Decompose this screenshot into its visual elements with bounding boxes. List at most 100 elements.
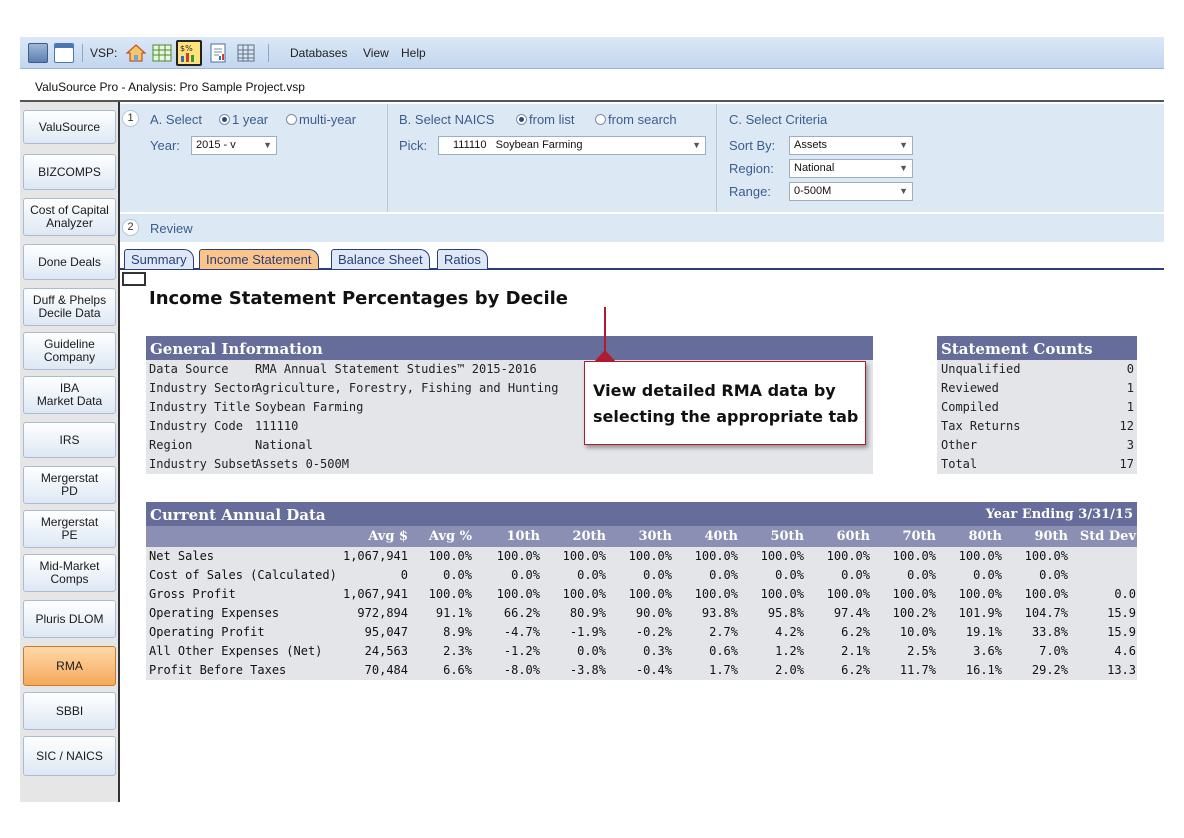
count-row: Reviewed 1 [937, 379, 1137, 398]
table-cell: 13.3 [1107, 663, 1136, 677]
annual-data-header: Current Annual Data Year Ending 3/31/15 [146, 502, 1137, 526]
table-cell: 1.7% [709, 663, 738, 677]
section-c-label: C. Select Criteria [729, 112, 828, 127]
row-label: Gross Profit [149, 587, 236, 601]
sidebar-item-valusource[interactable]: ValuSource [23, 110, 116, 144]
table-cell: 11.7% [899, 663, 936, 677]
sidebar-item-pluris-dlom[interactable]: Pluris DLOM [23, 600, 116, 638]
annual-data-title: Current Annual Data [150, 506, 326, 524]
sidebar-item-mergerstat-pd[interactable]: Mergerstat PD [23, 466, 116, 504]
table-cell: 0.0% [709, 568, 738, 582]
menu-databases[interactable]: Databases [290, 46, 347, 60]
count-key: Other [941, 438, 978, 452]
table-cell: -0.4% [635, 663, 672, 677]
radio-1-year[interactable]: 1 year [219, 112, 268, 127]
table-cell: 0 [400, 568, 408, 582]
table-cell: 100.0% [892, 587, 936, 601]
sidebar-item-sic-naics[interactable]: SIC / NAICS [23, 736, 116, 776]
radio-multi-year[interactable]: multi-year [286, 112, 356, 127]
table-cell: -1.2% [503, 644, 540, 658]
radio-from-search[interactable]: from search [595, 112, 677, 127]
tab-summary[interactable]: Summary [124, 249, 194, 269]
calculator-icon[interactable] [236, 43, 256, 63]
radio-label: from list [529, 112, 575, 127]
table-cell: 90.0% [635, 606, 672, 620]
table-cell: 0.0% [775, 568, 804, 582]
menu-view[interactable]: View [363, 46, 389, 60]
sort-by-select[interactable]: Assets ▼ [789, 136, 913, 155]
count-key: Total [941, 457, 978, 471]
column-header: Avg $ [368, 529, 408, 544]
table-cell: 0.0% [511, 568, 540, 582]
column-header: 80th [968, 529, 1002, 544]
row-label: Net Sales [149, 549, 215, 563]
home-icon[interactable] [125, 43, 147, 63]
table-cell: 0.3% [643, 644, 672, 658]
valuation-chart-icon[interactable]: $% [176, 40, 202, 66]
table-cell: 2.7% [709, 625, 738, 639]
sidebar-item-mergerstat-pe[interactable]: Mergerstat PE [23, 510, 116, 548]
table-cell: 100.0% [958, 587, 1002, 601]
table-cell: -4.7% [503, 625, 540, 639]
radio-label: 1 year [232, 112, 269, 127]
review-panel[interactable] [120, 214, 1164, 242]
spreadsheet-icon[interactable] [152, 43, 172, 63]
table-cell: 0.0% [443, 568, 472, 582]
table-cell: 0.0% [973, 568, 1002, 582]
sidebar-item-mid-market[interactable]: Mid-Market Comps [23, 554, 116, 592]
range-value: 0-500M [794, 185, 832, 197]
report-icon[interactable] [208, 43, 228, 63]
radio-unselected-icon [286, 114, 297, 125]
info-value: National [255, 438, 313, 452]
review-label[interactable]: Review [150, 221, 193, 236]
region-value: National [794, 162, 835, 174]
sidebar-item-iba[interactable]: IBA Market Data [23, 376, 116, 414]
year-select[interactable]: 2015 - v ▼ [191, 136, 277, 155]
callout-box: View detailed RMA data by selecting the … [584, 361, 866, 445]
tab-ratios[interactable]: Ratios [437, 249, 488, 269]
count-value: 12 [1119, 419, 1134, 433]
chevron-down-icon: ▼ [899, 140, 908, 150]
table-cell: 24,563 [364, 644, 408, 658]
table-cell: 6.2% [841, 663, 870, 677]
save-icon[interactable] [28, 43, 48, 63]
column-header: 20th [572, 529, 606, 544]
table-cell: 100.0% [428, 549, 472, 563]
count-row: Compiled 1 [937, 398, 1137, 417]
table-cell: 4.6 [1114, 644, 1136, 658]
table-cell: 0.0% [577, 568, 606, 582]
annual-column-headers: Avg $ Avg % 10th 20th 30th 40th 50th 60th 70th 80… [146, 526, 1137, 547]
table-cell: 91.1% [435, 606, 472, 620]
step-number: 2 [122, 219, 139, 236]
sidebar-item-cost-of-capital[interactable]: Cost of Capital Analyzer [23, 198, 116, 236]
year-label: Year: [150, 138, 180, 153]
table-cell: 0.0% [643, 568, 672, 582]
table-cell: 4.2% [775, 625, 804, 639]
column-header: 30th [638, 529, 672, 544]
menu-help[interactable]: Help [401, 46, 426, 60]
row-label: Operating Expenses [149, 606, 280, 620]
range-select[interactable]: 0-500M ▼ [789, 182, 913, 201]
sidebar-item-sbbi[interactable]: SBBI [23, 692, 116, 730]
info-row: Industry Subset Assets 0-500M [146, 455, 873, 474]
column-header: 60th [836, 529, 870, 544]
column-header: 40th [704, 529, 738, 544]
tab-income-statement[interactable]: Income Statement [199, 249, 319, 269]
window-icon[interactable] [54, 43, 74, 63]
info-value: Assets 0-500M [255, 457, 349, 471]
region-select[interactable]: National ▼ [789, 159, 913, 178]
tab-balance-sheet[interactable]: Balance Sheet [331, 249, 430, 269]
table-cell: 97.4% [833, 606, 870, 620]
table-cell: 100.0% [760, 549, 804, 563]
naics-select[interactable]: 111110 Soybean Farming ▼ [438, 136, 706, 155]
sidebar-item-guideline-company[interactable]: Guideline Company [23, 332, 116, 370]
count-key: Unqualified [941, 362, 1021, 376]
sidebar-item-duff-phelps[interactable]: Duff & Phelps Decile Data [23, 288, 116, 326]
table-cell: 100.0% [826, 587, 870, 601]
sidebar-item-irs[interactable]: IRS [23, 422, 116, 458]
sidebar-item-done-deals[interactable]: Done Deals [23, 244, 116, 280]
sidebar-item-bizcomps[interactable]: BIZCOMPS [23, 154, 116, 190]
info-key: Industry Title [149, 400, 251, 414]
radio-from-list[interactable]: from list [516, 112, 575, 127]
sidebar-item-rma[interactable]: RMA [23, 646, 116, 686]
